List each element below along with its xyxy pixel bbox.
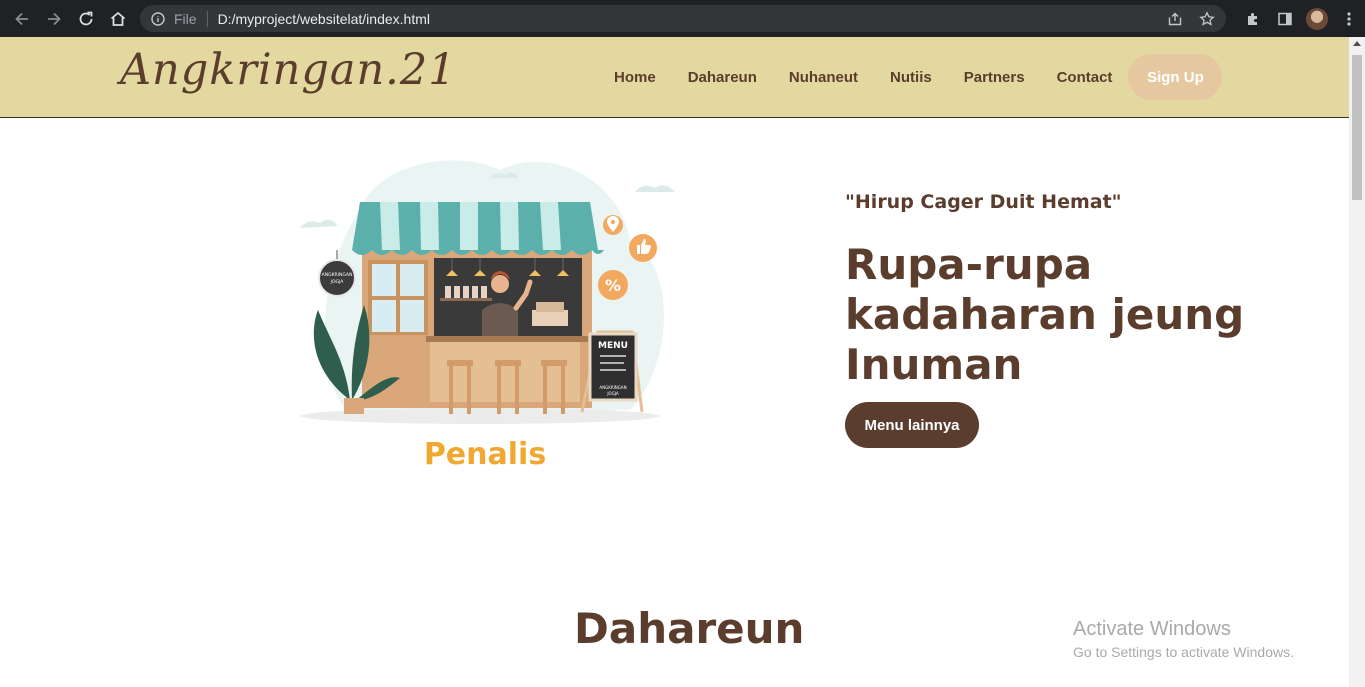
nav-contact[interactable]: Contact (1041, 69, 1129, 86)
sign-text-line1: ANGKRINGAN (322, 272, 353, 278)
reload-icon[interactable] (70, 4, 102, 34)
forward-arrow-icon[interactable] (38, 4, 70, 34)
address-actions (1164, 5, 1218, 32)
share-icon[interactable] (1164, 8, 1186, 30)
signup-button[interactable]: Sign Up (1128, 54, 1223, 100)
nav-nuhaneut[interactable]: Nuhaneut (773, 69, 874, 86)
file-label: File (174, 10, 197, 27)
profile-avatar[interactable] (1301, 4, 1333, 34)
browser-toolbar: File D:/myproject/websitelat/index.html (0, 0, 1365, 37)
avatar (1306, 7, 1328, 30)
address-separator (206, 10, 208, 27)
board-text-line1: ANGKRINGAN (599, 385, 626, 390)
menu-lainnya-button[interactable]: Menu lainnya (845, 402, 979, 448)
watermark-subtitle: Go to Settings to activate Windows. (1073, 644, 1294, 660)
back-arrow-icon[interactable] (6, 4, 38, 34)
extension-icon[interactable] (1237, 4, 1269, 34)
nav-partners[interactable]: Partners (948, 69, 1041, 86)
site-header: Angkringan.21 Home Dahareun Nuhaneut Nut… (0, 37, 1349, 118)
nav-dahareun[interactable]: Dahareun (672, 69, 773, 86)
nav-home[interactable]: Home (598, 69, 672, 86)
nav-nutiis[interactable]: Nutiis (874, 69, 948, 86)
star-icon[interactable] (1196, 8, 1218, 30)
brand-logo: Penalis (424, 437, 546, 472)
browser-actions (1237, 0, 1365, 37)
address-bar[interactable]: File D:/myproject/websitelat/index.html (140, 5, 1226, 32)
page-scrollbar[interactable] (1349, 37, 1365, 687)
menu-dots-icon[interactable] (1333, 4, 1365, 34)
scroll-up-arrow-icon[interactable] (1353, 41, 1361, 46)
url-text[interactable]: D:/myproject/websitelat/index.html (218, 11, 430, 27)
main-nav: Home Dahareun Nuhaneut Nutiis Partners C… (598, 54, 1223, 100)
hero-tagline: "Hirup Cager Duit Hemat" (845, 191, 1122, 213)
site-logo[interactable]: Angkringan.21 (120, 45, 457, 95)
sign-text-line2: JOGJA (330, 279, 345, 285)
hero-headline: Rupa-rupa kadaharan jeung Inuman (845, 240, 1245, 389)
info-icon[interactable] (150, 11, 166, 27)
shop-illustration: ANGKRINGAN JOGJA MENU ANGKRINGAN JOGJA %… (300, 160, 675, 472)
board-text-line2: JOGJA (606, 391, 619, 396)
scroll-thumb[interactable] (1352, 55, 1362, 200)
sidebar-icon[interactable] (1269, 4, 1301, 34)
section-title-dahareun: Dahareun (574, 604, 805, 653)
menu-board-text: MENU (598, 341, 628, 351)
windows-watermark: Activate Windows Go to Settings to activ… (1073, 618, 1294, 660)
home-icon[interactable] (102, 4, 134, 34)
percent-badge-text: % (605, 276, 621, 295)
watermark-title: Activate Windows (1073, 618, 1231, 640)
